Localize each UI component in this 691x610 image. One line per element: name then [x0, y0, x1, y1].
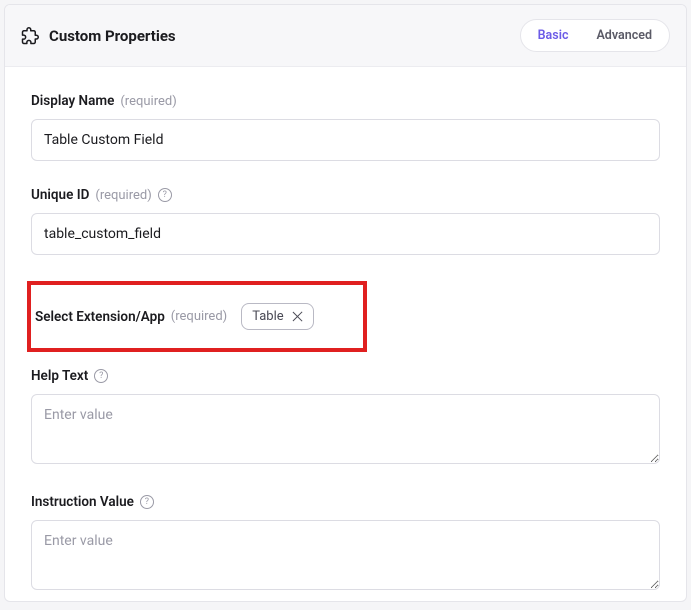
close-icon[interactable] — [292, 311, 303, 322]
extension-chip[interactable]: Table — [241, 303, 313, 330]
select-extension-label: Select Extension/App — [35, 309, 165, 325]
display-name-required: (required) — [120, 94, 176, 109]
field-instruction-value: Instruction Value ? — [31, 494, 660, 594]
field-display-name: Display Name (required) — [31, 93, 660, 161]
instruction-value-label-row: Instruction Value ? — [31, 494, 660, 510]
field-help-text: Help Text ? — [31, 368, 660, 468]
mode-tabs: Basic Advanced — [520, 19, 670, 52]
instruction-value-input[interactable] — [31, 520, 660, 590]
help-icon[interactable]: ? — [158, 188, 172, 202]
custom-properties-panel: Custom Properties Basic Advanced Display… — [4, 4, 687, 602]
select-extension-required: (required) — [171, 309, 227, 324]
instruction-value-label: Instruction Value — [31, 494, 134, 510]
panel-body: Display Name (required) Unique ID (requi… — [5, 67, 686, 594]
panel-header-left: Custom Properties — [21, 27, 176, 45]
help-icon[interactable]: ? — [140, 495, 154, 509]
help-icon[interactable]: ? — [94, 369, 108, 383]
field-unique-id: Unique ID (required) ? — [31, 187, 660, 255]
display-name-input[interactable] — [31, 119, 660, 161]
unique-id-label-row: Unique ID (required) ? — [31, 187, 660, 203]
tab-advanced[interactable]: Advanced — [582, 23, 666, 48]
panel-header: Custom Properties Basic Advanced — [5, 5, 686, 67]
panel-title: Custom Properties — [49, 27, 176, 45]
display-name-label: Display Name — [31, 93, 114, 109]
tab-basic[interactable]: Basic — [524, 23, 583, 48]
extension-chip-label: Table — [252, 309, 283, 324]
select-extension-label-row: Select Extension/App (required) Table — [35, 303, 314, 330]
help-text-label-row: Help Text ? — [31, 368, 660, 384]
unique-id-input[interactable] — [31, 213, 660, 255]
select-extension-highlight: Select Extension/App (required) Table — [27, 281, 367, 352]
unique-id-label: Unique ID — [31, 187, 89, 203]
help-text-input[interactable] — [31, 394, 660, 464]
extension-icon — [21, 27, 39, 45]
unique-id-required: (required) — [95, 188, 151, 203]
help-text-label: Help Text — [31, 368, 88, 384]
display-name-label-row: Display Name (required) — [31, 93, 660, 109]
